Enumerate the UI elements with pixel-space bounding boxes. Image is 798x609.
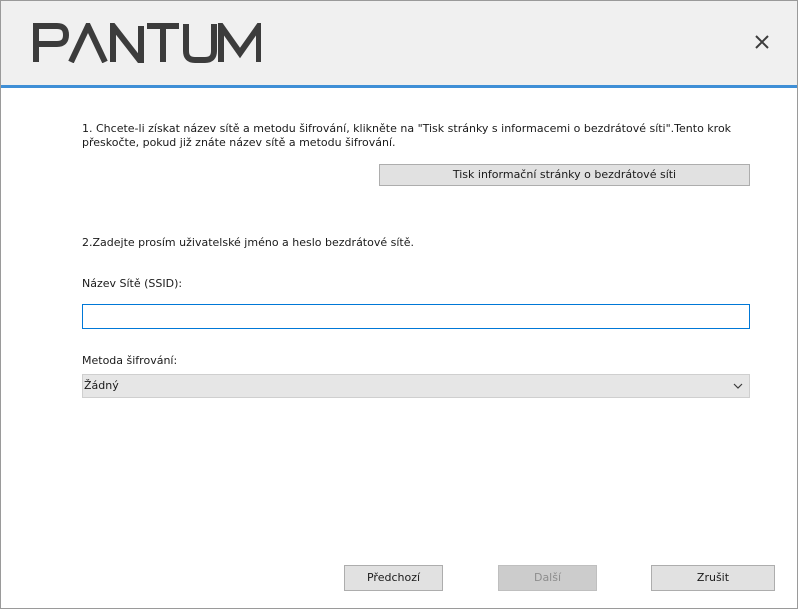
step1-instruction: 1. Chcete-li získat název sítě a metodu … bbox=[82, 122, 732, 149]
encryption-method-value: Žádný bbox=[84, 379, 119, 392]
wizard-window: 1. Chcete-li získat název sítě a metodu … bbox=[0, 0, 798, 609]
encryption-method-select[interactable]: Žádný bbox=[82, 374, 750, 398]
print-wireless-info-page-button[interactable]: Tisk informační stránky o bezdrátové sít… bbox=[379, 164, 750, 186]
encryption-method-label: Metoda šifrování: bbox=[82, 354, 178, 367]
header-bar bbox=[1, 1, 797, 85]
pantum-logo bbox=[33, 23, 261, 63]
previous-button[interactable]: Předchozí bbox=[344, 565, 443, 591]
chevron-down-icon bbox=[733, 382, 743, 390]
cancel-button[interactable]: Zrušit bbox=[651, 565, 775, 591]
close-icon bbox=[749, 29, 775, 55]
ssid-input[interactable] bbox=[82, 304, 750, 329]
step2-instruction: 2.Zadejte prosím uživatelské jméno a hes… bbox=[82, 236, 414, 249]
close-button[interactable] bbox=[749, 29, 775, 55]
header-accent-line bbox=[1, 85, 797, 88]
ssid-label: Název Sítě (SSID): bbox=[82, 277, 183, 290]
next-button: Další bbox=[498, 565, 597, 591]
